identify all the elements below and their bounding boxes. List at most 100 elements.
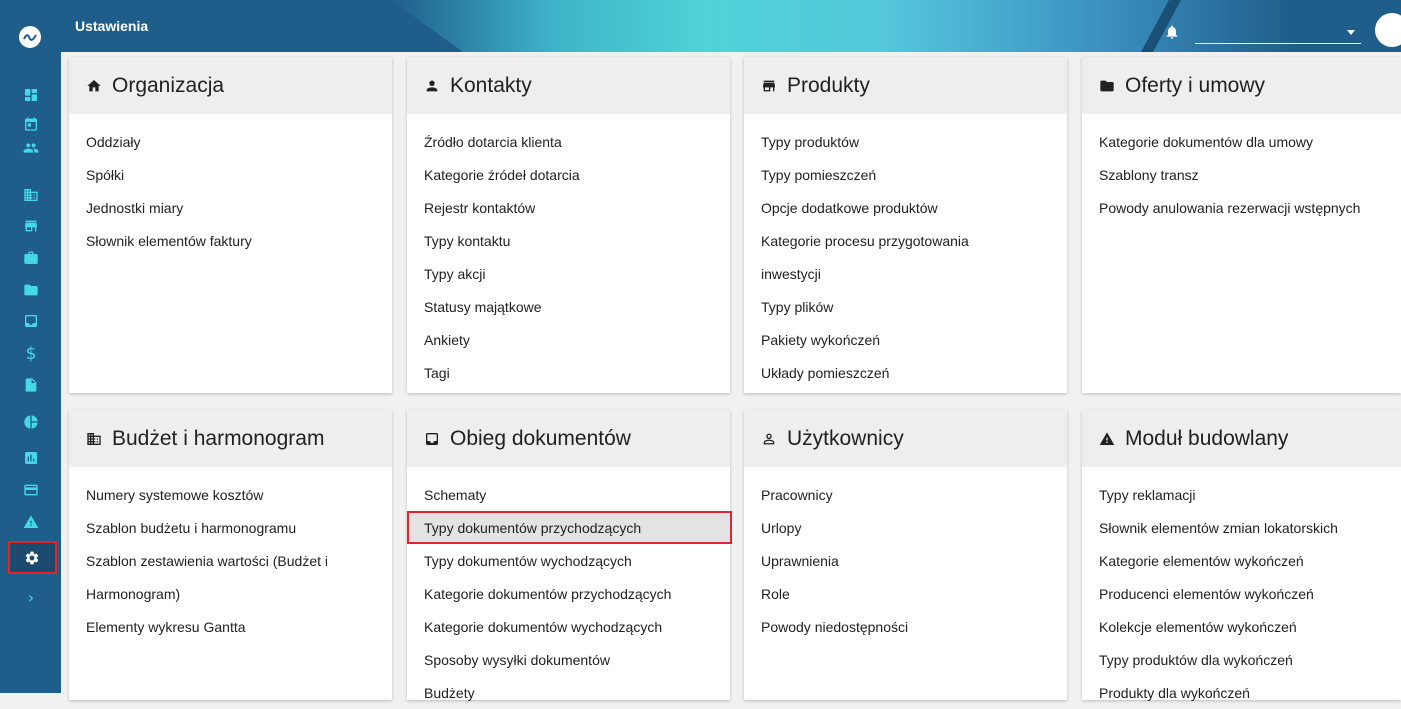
card-modul-budowlany: Moduł budowlany Typy reklamacji Słownik … <box>1082 410 1401 701</box>
top-bar: Ustawienia <box>61 0 1401 52</box>
list-item[interactable]: Producenci elementów wykończeń <box>1099 577 1401 610</box>
list-item[interactable]: Szablony transz <box>1099 158 1401 191</box>
card-kontakty: Kontakty Źródło dotarcia klienta Kategor… <box>407 57 730 393</box>
list-item[interactable]: Układy pomieszczeń <box>761 356 1067 389</box>
avatar[interactable] <box>1375 13 1401 47</box>
expand-icon[interactable]: › <box>23 590 39 606</box>
list-item[interactable]: Sposoby wysyłki dokumentów <box>424 643 730 676</box>
card-header: Organizacja <box>69 57 392 114</box>
document-icon[interactable] <box>23 377 39 393</box>
card-obieg-dokumentow: Obieg dokumentów Schematy Typy dokumentó… <box>407 410 732 701</box>
list-item[interactable]: Tagi <box>424 356 730 389</box>
settings-icon[interactable] <box>8 541 57 574</box>
list-item[interactable]: Źródło dotarcia klienta <box>424 125 730 158</box>
list-item[interactable]: Słownik elementów faktury <box>86 224 392 257</box>
card-organizacja: Organizacja Oddziały Spółki Jednostki mi… <box>69 57 392 393</box>
list-item[interactable]: Ankiety <box>424 323 730 356</box>
list-item[interactable]: Numery systemowe kosztów <box>86 478 392 511</box>
card-header: Produkty <box>744 57 1067 114</box>
pie-chart-icon[interactable] <box>23 414 39 430</box>
card-oferty-i-umowy: Oferty i umowy Kategorie dokumentów dla … <box>1082 57 1401 393</box>
list-item[interactable]: Kategorie dokumentów dla umowy <box>1099 125 1401 158</box>
list-item[interactable]: Typy pomieszczeń <box>761 158 1067 191</box>
list-item[interactable]: Słownik elementów zmian lokatorskich <box>1099 511 1401 544</box>
list-item[interactable]: Urlopy <box>761 511 1067 544</box>
calendar-icon[interactable] <box>23 116 39 132</box>
building-icon <box>86 431 102 447</box>
folder-icon[interactable] <box>23 282 39 298</box>
card-header: Obieg dokumentów <box>407 410 730 467</box>
list-item[interactable]: Typy akcji <box>424 257 730 290</box>
list-item[interactable]: Statusy majątkowe <box>424 290 730 323</box>
card-uzytkownicy: Użytkownicy Pracownicy Urlopy Uprawnieni… <box>744 410 1067 700</box>
list-item[interactable]: Typy dokumentów wychodzących <box>424 544 730 577</box>
list-item[interactable]: Uprawnienia <box>761 544 1067 577</box>
list-item[interactable]: Opcje dodatkowe produktów <box>761 191 1067 224</box>
bell-icon[interactable] <box>1164 24 1180 40</box>
card-header: Użytkownicy <box>744 410 1067 467</box>
list-item[interactable]: Kategorie dokumentów wychodzących <box>424 610 730 643</box>
list-item[interactable]: Pakiety wykończeń <box>761 323 1067 356</box>
list-item[interactable]: inwestycji <box>761 257 1067 290</box>
card-icon[interactable] <box>23 482 39 498</box>
list-item[interactable]: Szablon budżetu i harmonogramu <box>86 511 392 544</box>
sidebar: $ › <box>0 0 61 693</box>
card-header: Moduł budowlany <box>1082 410 1401 467</box>
list-item[interactable]: Elementy wykresu Gantta <box>86 610 392 643</box>
list-item[interactable]: Schematy <box>424 478 730 511</box>
card-header: Oferty i umowy <box>1082 57 1401 114</box>
inbox-icon[interactable] <box>23 313 39 329</box>
store-icon[interactable] <box>23 218 39 234</box>
list-item[interactable]: Typy produktów <box>761 125 1067 158</box>
list-item[interactable]: Kategorie źródeł dotarcia <box>424 158 730 191</box>
card-title: Budżet i harmonogram <box>112 426 325 450</box>
card-budzet-i-harmonogram: Budżet i harmonogram Numery systemowe ko… <box>69 410 392 700</box>
dollar-icon[interactable]: $ <box>23 346 39 363</box>
bar-chart-icon[interactable] <box>23 450 39 466</box>
list-item[interactable]: Kategorie dokumentów przychodzących <box>424 577 730 610</box>
list-item[interactable]: Typy plików <box>761 290 1067 323</box>
list-item[interactable]: Powody anulowania rezerwacji wstępnych <box>1099 191 1401 224</box>
card-title: Organizacja <box>112 73 225 97</box>
list-item[interactable]: Typy kontaktu <box>424 224 730 257</box>
list-item[interactable]: Jednostki miary <box>86 191 392 224</box>
user-select[interactable] <box>1195 22 1361 44</box>
card-produkty: Produkty Typy produktów Typy pomieszczeń… <box>744 57 1067 393</box>
card-title: Moduł budowlany <box>1125 426 1289 450</box>
logo-icon[interactable] <box>19 26 41 48</box>
warning-icon[interactable] <box>23 514 39 530</box>
card-title: Oferty i umowy <box>1125 73 1266 97</box>
list-item[interactable]: Role <box>761 577 1067 610</box>
list-item[interactable]: Typy reklamacji <box>1099 478 1401 511</box>
list-item[interactable]: Harmonogram) <box>86 577 392 610</box>
chevron-down-icon[interactable] <box>1347 30 1355 35</box>
card-header: Budżet i harmonogram <box>69 410 392 467</box>
list-item-selected[interactable]: Typy dokumentów przychodzących <box>407 511 732 544</box>
list-item[interactable]: Rejestr kontaktów <box>424 191 730 224</box>
card-title: Obieg dokumentów <box>450 426 631 450</box>
list-item[interactable]: Spółki <box>86 158 392 191</box>
home-icon <box>86 78 102 94</box>
inbox-icon <box>424 431 440 447</box>
card-title: Kontakty <box>450 73 532 97</box>
building-icon[interactable] <box>23 187 39 203</box>
list-item[interactable]: Pracownicy <box>761 478 1067 511</box>
person-outline-icon <box>761 431 777 447</box>
person-icon <box>424 78 440 94</box>
list-item[interactable]: Szablon zestawienia wartości (Budżet i <box>86 544 392 577</box>
warning-icon <box>1099 431 1115 447</box>
page-title: Ustawienia <box>75 18 149 34</box>
card-title: Produkty <box>787 73 870 97</box>
list-item[interactable]: Kolekcje elementów wykończeń <box>1099 610 1401 643</box>
folder-icon <box>1099 78 1115 94</box>
list-item[interactable]: Typy produktów dla wykończeń <box>1099 643 1401 676</box>
dashboard-icon[interactable] <box>23 87 39 103</box>
briefcase-icon[interactable] <box>23 250 39 266</box>
list-item[interactable]: Kategorie procesu przygotowania <box>761 224 1067 257</box>
contacts-icon[interactable] <box>23 140 39 156</box>
list-item[interactable]: Oddziały <box>86 125 392 158</box>
store-icon <box>761 78 777 94</box>
list-item[interactable]: Kategorie elementów wykończeń <box>1099 544 1401 577</box>
list-item[interactable]: Powody niedostępności <box>761 610 1067 643</box>
card-header: Kontakty <box>407 57 730 114</box>
